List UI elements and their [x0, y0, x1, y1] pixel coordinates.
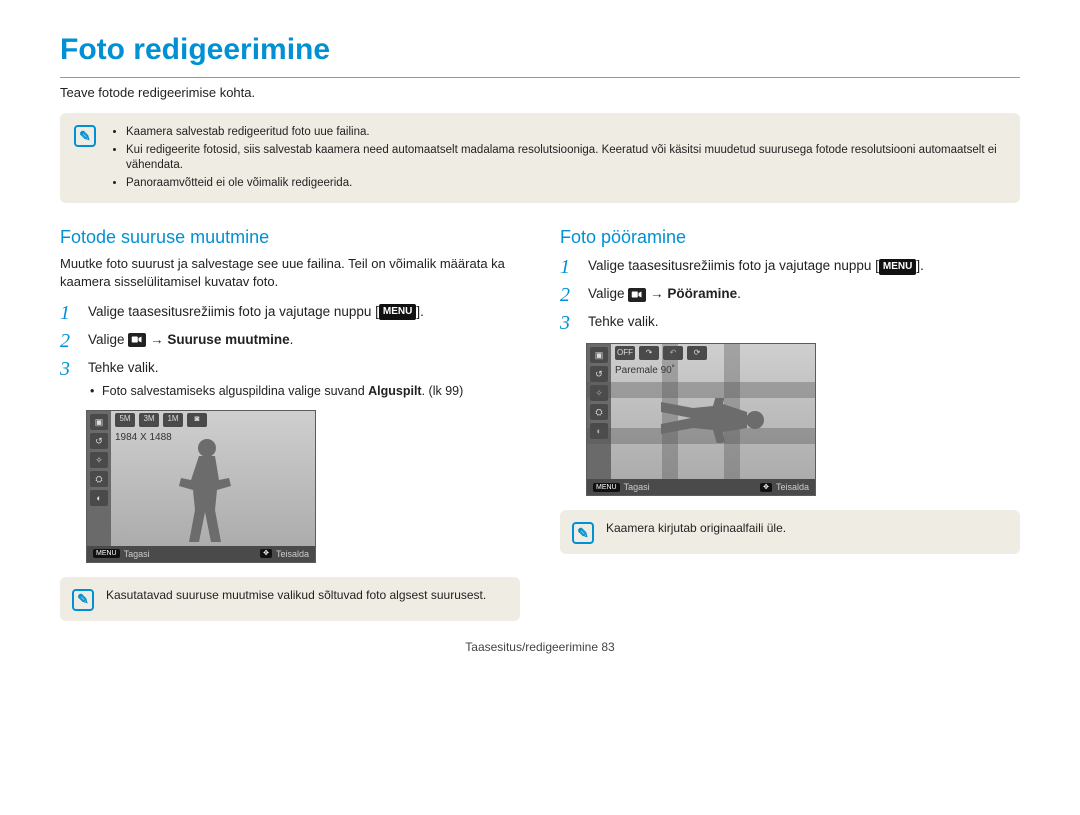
title-divider: [60, 77, 1020, 78]
info-box-top: ✎ Kaamera salvestab redigeeritud foto uu…: [60, 113, 1020, 203]
menu-badge: MENU: [879, 259, 916, 275]
sub-bullet: Foto salvestamiseks alguspildina valige …: [88, 383, 520, 400]
step-number: 2: [60, 331, 78, 351]
person-silhouette-rotated: [647, 398, 767, 443]
rotate-icon: ↺: [90, 433, 108, 449]
toolbar-icon: ✧: [590, 385, 608, 401]
page-subtitle: Teave fotode redigeerimise kohta.: [60, 84, 1020, 102]
section-heading-rotate: Foto pööramine: [560, 225, 1020, 249]
menu-badge: MENU: [379, 304, 416, 320]
menu-badge-small: MENU: [93, 549, 120, 558]
toolbar-icon: ◐: [590, 423, 608, 439]
shot-footer: MENUTagasi ✥Teisalda: [587, 479, 815, 495]
navpad-icon: ✥: [760, 483, 772, 492]
size-icon: 5M: [115, 413, 135, 427]
info-icon: ✎: [72, 589, 94, 611]
column-resize: Fotode suuruse muutmine Muutke foto suur…: [60, 225, 520, 620]
info-text: Kasutatavad suuruse muutmise valikud sõl…: [106, 587, 486, 603]
size-icon: 3M: [139, 413, 159, 427]
step-body: Tehke valik.: [588, 313, 1020, 331]
size-icon: ◙: [187, 413, 207, 427]
toolbar-icon: ⛭: [590, 404, 608, 420]
step-body: Valige taasesitusrežiimis foto ja vajuta…: [588, 257, 1020, 275]
rotate-left-icon: ↶: [663, 346, 683, 360]
rotate-180-icon: ⟳: [687, 346, 707, 360]
step-number: 3: [60, 359, 78, 379]
info-text: Kaamera kirjutab originaalfaili üle.: [606, 520, 786, 536]
toolbar-icon: ▣: [90, 414, 108, 430]
person-silhouette: [177, 436, 237, 546]
column-rotate: Foto pööramine 1 Valige taasesitusrežiim…: [560, 225, 1020, 620]
info-item: Panoraamvõtteid ei ole võimalik redigeer…: [126, 176, 1006, 192]
menu-badge-small: MENU: [593, 483, 620, 492]
info-icon: ✎: [572, 522, 594, 544]
toolbar-icon: ✧: [90, 452, 108, 468]
page-title: Foto redigeerimine: [60, 30, 1020, 71]
info-box-resize: ✎ Kasutatavad suuruse muutmise valikud s…: [60, 577, 520, 621]
info-item: Kaamera salvestab redigeeritud foto uue …: [126, 125, 1006, 141]
info-item: Kui redigeerite fotosid, siis salvestab …: [126, 143, 1006, 174]
section-intro-resize: Muutke foto suurust ja salvestage see uu…: [60, 255, 520, 290]
shot-top-toolbar: 5M 3M 1M ◙: [111, 411, 315, 429]
page-footer: Taasesitus/redigeerimine 83: [60, 639, 1020, 655]
rotate-icon: ↺: [590, 366, 608, 382]
edit-icon: [628, 288, 646, 302]
info-icon: ✎: [74, 125, 96, 147]
info-box-rotate: ✎ Kaamera kirjutab originaalfaili üle.: [560, 510, 1020, 554]
info-list: Kaamera salvestab redigeeritud foto uue …: [108, 123, 1006, 193]
toolbar-icon: ⛭: [90, 471, 108, 487]
shot-footer: MENUTagasi ✥Teisalda: [87, 546, 315, 562]
rotate-right-icon: ↷: [639, 346, 659, 360]
step-body: Valige → Suuruse muutmine.: [88, 331, 520, 349]
section-heading-resize: Fotode suuruse muutmine: [60, 225, 520, 249]
step-number: 3: [560, 313, 578, 333]
camera-screenshot-resize: ▣ ↺ ✧ ⛭ ◐ 5M 3M 1M ◙ 1984 X 1488: [86, 410, 316, 563]
shot-side-toolbar: ▣ ↺ ✧ ⛭ ◐: [587, 344, 611, 479]
steps-rotate: 1 Valige taasesitusrežiimis foto ja vaju…: [560, 257, 1020, 333]
size-icon: 1M: [163, 413, 183, 427]
shot-top-toolbar: OFF ↷ ↶ ⟳: [611, 344, 815, 362]
toolbar-icon: ▣: [590, 347, 608, 363]
step-body: Valige taasesitusrežiimis foto ja vajuta…: [88, 303, 520, 321]
steps-resize: 1 Valige taasesitusrežiimis foto ja vaju…: [60, 303, 520, 400]
shot-value-label: Paremale 90˚: [615, 364, 809, 378]
step-number: 1: [60, 303, 78, 323]
edit-icon: [128, 333, 146, 347]
step-number: 1: [560, 257, 578, 277]
camera-screenshot-rotate: ▣ ↺ ✧ ⛭ ◐ OFF ↷ ↶ ⟳ Paremale 90˚: [586, 343, 816, 496]
rotate-off-icon: OFF: [615, 346, 635, 360]
shot-side-toolbar: ▣ ↺ ✧ ⛭ ◐: [87, 411, 111, 546]
navpad-icon: ✥: [260, 549, 272, 558]
step-body: Tehke valik. Foto salvestamiseks alguspi…: [88, 359, 520, 400]
step-body: Valige → Pööramine.: [588, 285, 1020, 303]
step-number: 2: [560, 285, 578, 305]
toolbar-icon: ◐: [90, 490, 108, 506]
